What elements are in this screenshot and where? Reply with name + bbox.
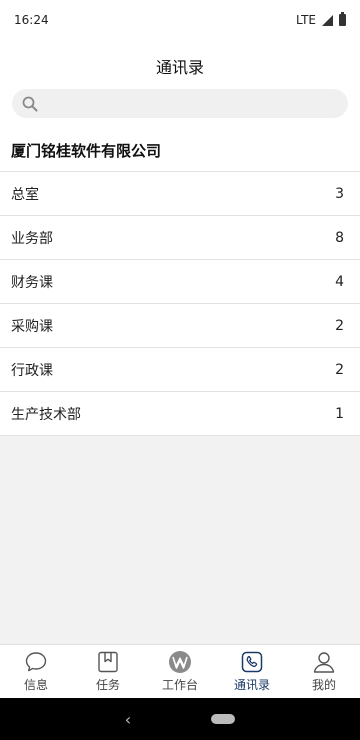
department-row[interactable]: 总室 3 [0, 172, 360, 216]
tab-messages[interactable]: 信息 [0, 645, 72, 698]
status-icons: LTE [296, 12, 346, 27]
department-name: 财务课 [11, 274, 53, 291]
home-pill-icon[interactable] [211, 714, 236, 724]
tab-label: 工作台 [161, 678, 198, 692]
department-count: 1 [335, 405, 344, 422]
tab-profile[interactable]: 我的 [288, 645, 360, 698]
company-header: 厦门铭桂软件有限公司 [0, 130, 360, 172]
tab-workbench[interactable]: 工作台 [144, 645, 216, 698]
bookmark-icon [98, 651, 118, 673]
search-bar [0, 88, 360, 130]
tab-label: 我的 [311, 678, 336, 692]
department-row[interactable]: 生产技术部 1 [0, 392, 360, 436]
department-row[interactable]: 财务课 4 [0, 260, 360, 304]
department-name: 总室 [11, 186, 39, 203]
department-row[interactable]: 采购课 2 [0, 304, 360, 348]
tab-label: 任务 [95, 678, 120, 692]
system-nav-bar: ‹ [0, 698, 360, 740]
tab-label: 通讯录 [233, 678, 270, 692]
signal-icon [322, 14, 333, 26]
bottom-tab-bar: 信息 任务 工作台 通讯录 我的 [0, 644, 360, 698]
chat-bubble-icon [25, 652, 47, 672]
network-label: LTE [296, 13, 316, 27]
search-icon [22, 96, 38, 111]
company-name: 厦门铭桂软件有限公司 [11, 142, 162, 160]
department-row[interactable]: 业务部 8 [0, 216, 360, 260]
department-count: 3 [335, 185, 344, 202]
department-name: 生产技术部 [11, 406, 81, 423]
status-bar: 16:24 LTE [0, 0, 360, 40]
department-name: 业务部 [11, 230, 53, 247]
department-count: 4 [335, 273, 344, 290]
search-box[interactable] [12, 89, 348, 118]
page-title: 通讯录 [155, 58, 204, 77]
search-input[interactable] [44, 96, 324, 111]
page-header: 通讯录 [0, 40, 360, 92]
battery-icon [339, 12, 346, 26]
department-count: 8 [335, 229, 344, 246]
department-row[interactable]: 行政课 2 [0, 348, 360, 392]
department-count: 2 [335, 361, 344, 378]
back-icon[interactable]: ‹ [125, 710, 131, 729]
phone-icon [241, 651, 263, 673]
tab-tasks[interactable]: 任务 [72, 645, 144, 698]
workbench-logo-icon [169, 651, 191, 673]
department-count: 2 [335, 317, 344, 334]
department-list: 总室 3 业务部 8 财务课 4 采购课 2 行政课 2 生产技术部 1 [0, 172, 360, 436]
tab-contacts[interactable]: 通讯录 [216, 645, 288, 698]
tab-label: 信息 [23, 678, 48, 692]
person-icon [313, 652, 335, 673]
department-name: 行政课 [11, 362, 53, 379]
department-name: 采购课 [11, 318, 53, 335]
status-time: 16:24 [14, 13, 49, 27]
